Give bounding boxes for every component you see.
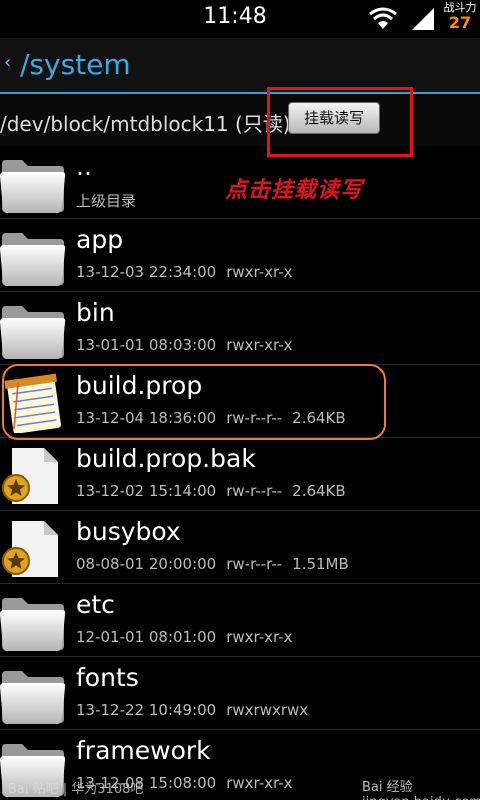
folder-icon xyxy=(0,592,66,652)
file-badge-icon xyxy=(0,446,66,506)
wifi-icon xyxy=(369,7,397,29)
watermark-left: Bai 贴吧 | 华为3108吧 xyxy=(8,782,144,797)
annotation-text: 点击挂载读写 xyxy=(225,178,364,203)
file-permissions: rwxrwxrwx xyxy=(226,701,309,719)
file-row[interactable]: etc 12-01-01 08:01:00 rwxr-xr-x xyxy=(0,584,480,657)
status-bar: 11:48 战斗力 27 xyxy=(0,0,480,38)
file-meta: 13-12-03 22:34:00 rwxr-xr-x xyxy=(76,263,303,281)
file-meta: 13-01-01 08:03:00 rwxr-xr-x xyxy=(76,336,303,354)
file-meta: 上级目录 xyxy=(76,190,146,211)
file-date: 13-12-02 15:14:00 xyxy=(76,482,217,500)
file-permissions: rwxr-xr-x xyxy=(226,336,293,354)
file-date: 08-08-01 20:00:00 xyxy=(76,555,217,573)
file-name: .. xyxy=(76,152,92,181)
file-permissions: rwxr-xr-x xyxy=(226,628,293,646)
watermark-right: Bai 经验 jingyan.baidu.com xyxy=(362,780,480,800)
file-name: framework xyxy=(76,736,211,765)
file-name: fonts xyxy=(76,663,139,692)
file-permissions: rw-r--r-- xyxy=(226,482,283,500)
parent-dir-label: 上级目录 xyxy=(76,192,137,210)
file-row[interactable]: bin 13-01-01 08:03:00 rwxr-xr-x xyxy=(0,292,480,365)
file-meta: 08-08-01 20:00:00 rw-r--r-- 1.51MB xyxy=(76,555,359,573)
file-name: build.prop.bak xyxy=(76,444,256,473)
file-meta: 13-12-02 15:14:00 rw-r--r-- 2.64KB xyxy=(76,482,356,500)
highlight-box-orange xyxy=(2,364,386,440)
file-name: app xyxy=(76,225,124,254)
signal-icon xyxy=(412,8,434,30)
file-date: 13-01-01 08:03:00 xyxy=(76,336,217,354)
clock: 11:48 xyxy=(203,4,267,29)
file-meta: 12-01-01 08:01:00 rwxr-xr-x xyxy=(76,628,303,646)
title-bar: ‹ /system xyxy=(0,38,480,94)
file-name: busybox xyxy=(76,517,181,546)
file-date: 12-01-01 08:01:00 xyxy=(76,628,217,646)
device-path: /dev/block/mtdblock11 (只读) xyxy=(0,112,291,136)
file-row[interactable]: busybox 08-08-01 20:00:00 rw-r--r-- 1.51MB xyxy=(0,511,480,584)
file-permissions: rw-r--r-- xyxy=(226,555,283,573)
file-date: 13-12-03 22:34:00 xyxy=(76,263,217,281)
folder-icon xyxy=(0,154,66,214)
current-path-title[interactable]: /system xyxy=(20,48,131,81)
folder-icon xyxy=(0,665,66,725)
file-list: .. 上级目录 app 13-12-03 22:34:00 rwxr-xr-x bin 13… xyxy=(0,146,480,800)
file-row[interactable]: fonts 13-12-22 10:49:00 rwxrwxrwx xyxy=(0,657,480,730)
file-permissions: rwxr-xr-x xyxy=(226,263,293,281)
file-badge-icon xyxy=(0,519,66,579)
file-name: bin xyxy=(76,298,115,327)
file-size: 2.64KB xyxy=(292,482,346,500)
carrier-indicator: 战斗力 27 xyxy=(440,2,480,32)
file-row[interactable]: build.prop.bak 13-12-02 15:14:00 rw-r--r--… xyxy=(0,438,480,511)
watermark: Bai 贴吧 | 华为3108吧 Bai 经验 jingyan.baidu.co… xyxy=(0,772,480,800)
file-date: 13-12-22 10:49:00 xyxy=(76,701,217,719)
file-name: etc xyxy=(76,590,115,619)
carrier-value: 27 xyxy=(448,13,472,32)
folder-icon xyxy=(0,227,66,287)
file-row[interactable]: app 13-12-03 22:34:00 rwxr-xr-x xyxy=(0,219,480,292)
file-meta: 13-12-22 10:49:00 rwxrwxrwx xyxy=(76,701,318,719)
back-icon[interactable]: ‹ xyxy=(4,52,11,73)
file-size: 1.51MB xyxy=(292,555,349,573)
folder-icon xyxy=(0,300,66,360)
